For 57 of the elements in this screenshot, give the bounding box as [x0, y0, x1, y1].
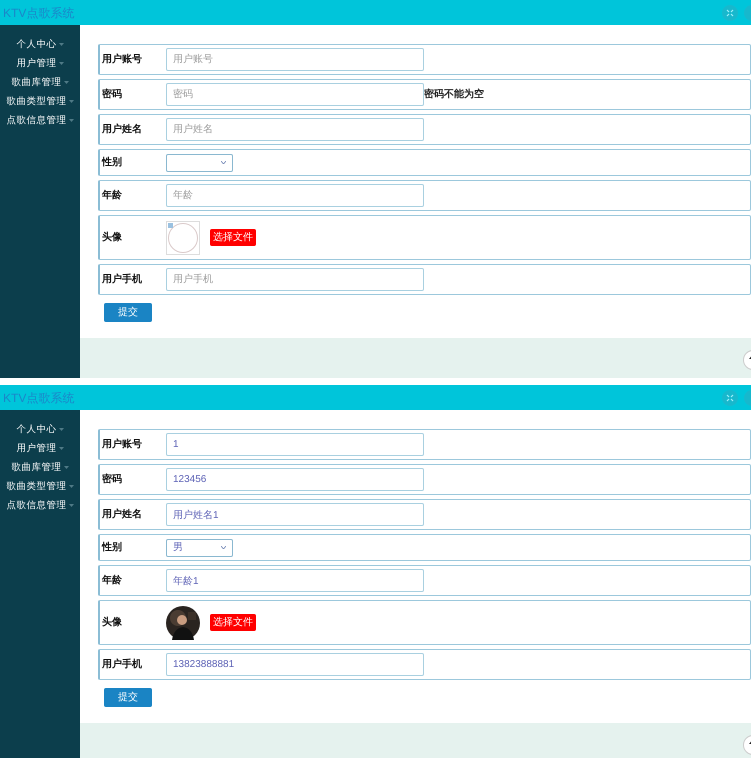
sidebar-item[interactable]: 点歌信息管理	[6, 113, 66, 128]
submit-button[interactable]: 提交	[104, 688, 152, 707]
sidebar-item[interactable]: 个人中心	[16, 422, 56, 437]
choose-file-button[interactable]: 选择文件	[210, 614, 256, 631]
field-label: 用户手机	[101, 272, 143, 287]
caret-icon	[68, 484, 74, 488]
caret-icon	[64, 80, 68, 84]
error-message: 密码不能为空	[424, 88, 484, 102]
caret-icon	[68, 118, 74, 122]
app-title: KTV点歌系统	[3, 390, 74, 406]
input-field[interactable]: 密码	[166, 83, 424, 106]
caret-icon	[58, 42, 64, 46]
field-label: 头像	[101, 230, 123, 245]
field-label: 用户姓名	[101, 122, 143, 137]
caret-icon	[58, 428, 64, 432]
input-field[interactable]: 1	[166, 433, 424, 456]
sidebar-item[interactable]: 用户管理	[16, 56, 56, 71]
gender-select[interactable]	[166, 154, 233, 172]
field-label: 性别	[100, 540, 123, 555]
sidebar-item[interactable]: 用户管理	[16, 441, 56, 456]
submit-button[interactable]: 提交	[104, 303, 152, 322]
field-label: 用户姓名	[101, 507, 143, 522]
input-field[interactable]: 123456	[166, 468, 424, 491]
input-field[interactable]: 用户姓名	[166, 118, 424, 141]
sidebar-item[interactable]: 歌曲类型管理	[6, 479, 66, 494]
fullscreen-icon[interactable]	[722, 4, 738, 20]
field-label: 用户手机	[101, 657, 143, 672]
app-title: KTV点歌系统	[3, 4, 74, 22]
sidebar-item[interactable]: 歌曲库管理	[12, 460, 62, 475]
caret-icon	[68, 100, 74, 104]
input-field[interactable]: 用户姓名1	[166, 503, 424, 526]
caret-icon	[64, 466, 68, 470]
field-label: 用户账号	[101, 52, 143, 67]
sidebar-item[interactable]: 个人中心	[16, 37, 56, 52]
fullscreen-icon[interactable]	[722, 390, 738, 406]
field-label: 密码	[101, 472, 123, 487]
field-label: 年龄	[100, 188, 123, 203]
sidebar-item[interactable]: 歌曲库管理	[12, 75, 62, 90]
input-field[interactable]: 用户手机	[166, 268, 424, 291]
choose-file-button[interactable]: 选择文件	[210, 229, 256, 246]
input-field[interactable]: 13823888881	[166, 653, 424, 676]
field-label: 年龄	[100, 574, 123, 588]
input-field[interactable]: 年龄	[166, 184, 424, 207]
chevron-down-icon	[221, 546, 226, 549]
chevron-down-icon	[221, 161, 226, 164]
sidebar-item[interactable]: 点歌信息管理	[6, 498, 66, 513]
field-label: 头像	[101, 616, 123, 630]
field-label: 密码	[101, 88, 123, 102]
field-label: 用户账号	[101, 437, 143, 452]
sidebar-item[interactable]: 歌曲类型管理	[6, 94, 66, 109]
caret-icon	[58, 446, 64, 450]
input-field[interactable]: 用户账号	[166, 48, 424, 71]
gender-select[interactable]: 男	[166, 538, 233, 556]
caret-icon	[68, 504, 74, 508]
caret-icon	[58, 62, 64, 66]
field-label: 性别	[100, 156, 123, 170]
input-field[interactable]: 年龄1	[166, 569, 424, 592]
